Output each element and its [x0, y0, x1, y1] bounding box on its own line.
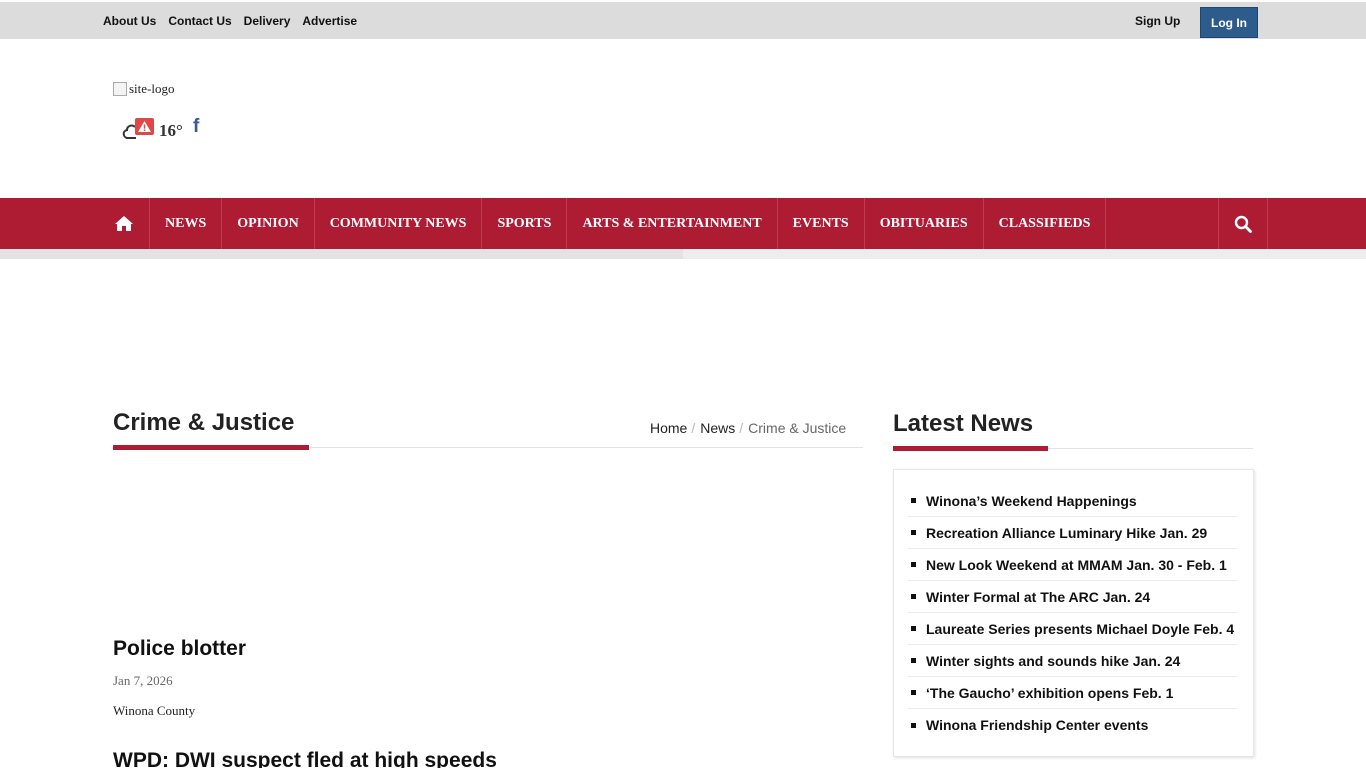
- latest-news-link[interactable]: Winona’s Weekend Happenings: [926, 493, 1137, 509]
- bullet: [911, 722, 916, 728]
- breadcrumb-news[interactable]: News: [700, 420, 735, 436]
- latest-news-link[interactable]: Winter sights and sounds hike Jan. 24: [926, 653, 1180, 669]
- latest-news-item[interactable]: Winona’s Weekend Happenings: [908, 485, 1238, 517]
- latest-news-heading: Latest News: [893, 410, 1034, 437]
- title-accent: [113, 445, 309, 450]
- latest-news-item[interactable]: New Look Weekend at MMAM Jan. 30 - Feb. …: [908, 549, 1238, 581]
- about-us-link[interactable]: About Us: [103, 14, 156, 28]
- nav-community-news[interactable]: COMMUNITY NEWS: [315, 198, 483, 249]
- nav-obituaries[interactable]: OBITUARIES: [865, 198, 984, 249]
- bullet: [911, 690, 916, 695]
- nav-events[interactable]: EVENTS: [778, 198, 865, 249]
- bullet: [911, 498, 916, 503]
- search-button[interactable]: [1218, 198, 1268, 249]
- breadcrumb: Home / News / Crime & Justice: [650, 420, 846, 436]
- latest-news-item[interactable]: Recreation Alliance Luminary Hike Jan. 2…: [908, 517, 1238, 549]
- site-logo[interactable]: site-logo: [113, 81, 175, 97]
- article-blurb: Winona County: [113, 703, 196, 718]
- bullet: [911, 658, 916, 663]
- breadcrumb-separator: /: [691, 420, 696, 436]
- home-button[interactable]: [98, 198, 150, 249]
- log-in-button[interactable]: Log In: [1200, 7, 1258, 38]
- cloud-alert-icon: [122, 118, 154, 139]
- article-title[interactable]: WPD: DWI suspect fled at high speeds: [113, 749, 497, 768]
- article-item: Police blotter Jan 7, 2026 Winona County: [113, 637, 246, 719]
- latest-news-item[interactable]: ‘The Gaucho’ exhibition opens Feb. 1: [908, 677, 1238, 709]
- delivery-link[interactable]: Delivery: [244, 14, 291, 28]
- nav-shadow: [0, 249, 1366, 259]
- latest-news-link[interactable]: Laureate Series presents Michael Doyle F…: [926, 621, 1234, 637]
- nav-sports[interactable]: SPORTS: [482, 198, 568, 249]
- latest-news-item[interactable]: Winter Formal at The ARC Jan. 24: [908, 581, 1238, 613]
- site-logo-alt-text: site-logo: [129, 81, 175, 96]
- latest-news-item[interactable]: Winter sights and sounds hike Jan. 24: [908, 645, 1238, 677]
- breadcrumb-current: Crime & Justice: [748, 420, 847, 436]
- main-nav: NEWS OPINION COMMUNITY NEWS SPORTS ARTS …: [0, 198, 1366, 249]
- latest-news-link[interactable]: New Look Weekend at MMAM Jan. 30 - Feb. …: [926, 557, 1227, 573]
- page-title: Crime & Justice: [113, 409, 295, 436]
- article-item: WPD: DWI suspect fled at high speeds: [113, 749, 497, 768]
- home-icon: [114, 216, 133, 231]
- temperature: 16°: [159, 121, 183, 140]
- title-accent: [893, 446, 1048, 451]
- breadcrumb-home[interactable]: Home: [650, 420, 687, 436]
- latest-news-link[interactable]: Recreation Alliance Luminary Hike Jan. 2…: [926, 525, 1207, 541]
- nav-arts-entertainment[interactable]: ARTS & ENTERTAINMENT: [567, 198, 778, 249]
- top-bar: About Us Contact Us Delivery Advertise S…: [0, 2, 1366, 39]
- nav-opinion[interactable]: OPINION: [222, 198, 315, 249]
- latest-news-link[interactable]: Winona Friendship Center events: [926, 717, 1148, 733]
- article-date: Jan 7, 2026: [113, 673, 173, 688]
- bullet: [911, 594, 916, 599]
- bullet: [911, 562, 916, 567]
- latest-news-item[interactable]: Winona Friendship Center events: [908, 709, 1238, 741]
- search-icon: [1234, 215, 1252, 233]
- latest-news-list: Winona’s Weekend Happenings Recreation A…: [908, 485, 1238, 741]
- article-title[interactable]: Police blotter: [113, 637, 246, 661]
- latest-news-panel: Winona’s Weekend Happenings Recreation A…: [893, 469, 1254, 757]
- facebook-icon[interactable]: f: [193, 116, 199, 138]
- latest-news-item[interactable]: Laureate Series presents Michael Doyle F…: [908, 613, 1238, 645]
- nav-news[interactable]: NEWS: [150, 198, 223, 249]
- breadcrumb-separator: /: [739, 420, 744, 436]
- latest-news-link[interactable]: Winter Formal at The ARC Jan. 24: [926, 589, 1150, 605]
- sign-up-link[interactable]: Sign Up: [1135, 14, 1180, 28]
- nav-classifieds[interactable]: CLASSIFIEDS: [984, 198, 1107, 249]
- contact-us-link[interactable]: Contact Us: [168, 14, 231, 28]
- weather-widget[interactable]: 16°: [122, 117, 183, 141]
- latest-news-link[interactable]: ‘The Gaucho’ exhibition opens Feb. 1: [926, 685, 1173, 701]
- broken-image-icon: [113, 82, 127, 96]
- bullet: [911, 530, 916, 535]
- utility-links: About Us Contact Us Delivery Advertise: [103, 14, 357, 28]
- bullet: [911, 626, 916, 631]
- advertise-link[interactable]: Advertise: [302, 14, 357, 28]
